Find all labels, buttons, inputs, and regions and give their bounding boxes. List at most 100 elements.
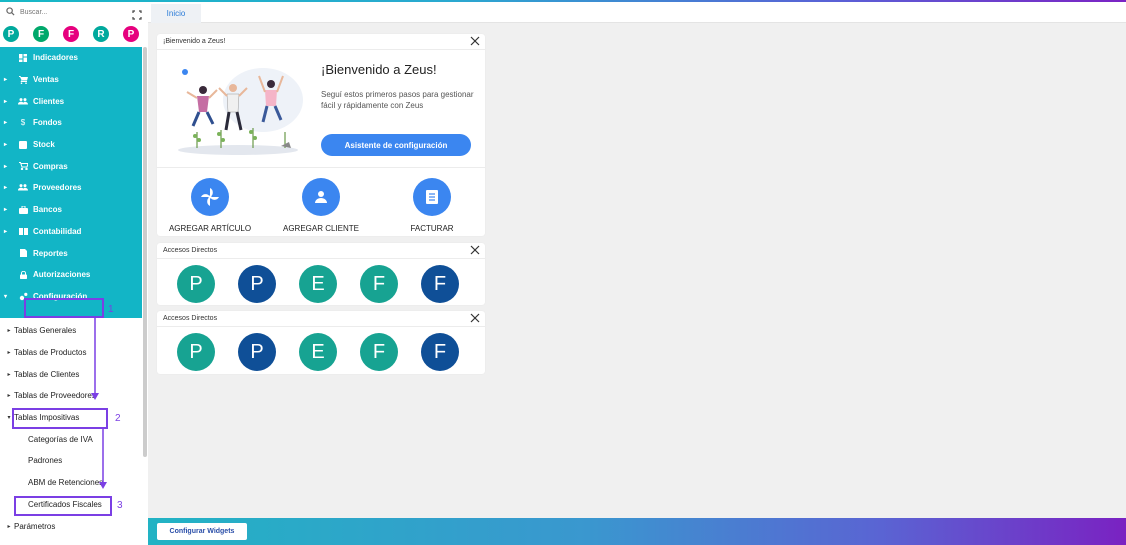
submenu-item-categorias-iva[interactable]: Categorías de IVA <box>0 428 142 450</box>
shortcut-list: P P E F F <box>177 333 459 371</box>
menu-item-bancos[interactable]: ▸ Bancos <box>0 199 142 221</box>
shortcut-item[interactable]: F <box>360 333 398 371</box>
widget-header: ¡Bienvenido a Zeus! <box>157 34 485 50</box>
box-icon <box>13 140 33 149</box>
menu-item-fondos[interactable]: ▸ $ Fondos <box>0 112 142 134</box>
tab-bar: Inicio <box>148 2 1126 23</box>
shortcut-item[interactable]: P <box>177 333 215 371</box>
configure-widgets-button[interactable]: Configurar Widgets <box>157 523 247 540</box>
add-article-action[interactable]: AGREGAR ARTÍCULO <box>160 178 260 233</box>
avatar[interactable]: P <box>3 26 19 42</box>
submenu-item-parametros[interactable]: ▸ Parámetros <box>0 515 142 537</box>
shortcut-item[interactable]: P <box>238 333 276 371</box>
avatar[interactable]: F <box>63 26 79 42</box>
caret-right-icon: ▸ <box>7 328 11 335</box>
menu-item-label: Bancos <box>33 205 62 215</box>
caret-right-icon: ▸ <box>4 120 8 127</box>
submenu-item-tablas-clientes[interactable]: ▸ Tablas de Clientes <box>0 363 142 385</box>
people-icon <box>13 184 33 191</box>
menu-item-label: Autorizaciones <box>33 270 91 280</box>
cart-icon <box>13 75 33 84</box>
shortcut-list: P P E F F <box>177 265 459 303</box>
main-menu: Indicadores ▸ Ventas ▸ Clientes ▸ $ Fond… <box>0 47 142 318</box>
menu-item-autorizaciones[interactable]: Autorizaciones <box>0 264 142 286</box>
pinwheel-icon <box>191 178 229 216</box>
menu-item-label: Compras <box>33 161 68 171</box>
shortcuts-widget: Accesos Directos P P E F F <box>157 311 485 374</box>
shortcut-item[interactable]: E <box>299 265 337 303</box>
caret-right-icon: ▸ <box>7 393 11 400</box>
action-label: AGREGAR CLIENTE <box>282 224 359 233</box>
welcome-title: ¡Bienvenido a Zeus! <box>321 62 437 77</box>
submenu-item-tablas-productos[interactable]: ▸ Tablas de Productos <box>0 342 142 364</box>
avatar[interactable]: F <box>33 26 49 42</box>
caret-right-icon: ▸ <box>4 142 8 149</box>
shortcut-item[interactable]: F <box>421 333 459 371</box>
shortcuts-widget: Accesos Directos P P E F F <box>157 243 485 305</box>
caret-right-icon: ▸ <box>4 98 8 105</box>
avatar[interactable]: R <box>93 26 109 42</box>
menu-item-indicadores[interactable]: Indicadores <box>0 47 142 69</box>
submenu-item-label: Categorías de IVA <box>28 434 93 444</box>
person-icon <box>302 178 340 216</box>
tab-inicio[interactable]: Inicio <box>151 4 201 23</box>
menu-item-stock[interactable]: ▸ Stock <box>0 134 142 156</box>
shortcut-item[interactable]: E <box>299 333 337 371</box>
submenu-item-label: ABM de Retenciones <box>28 478 104 488</box>
widget-title: Accesos Directos <box>163 247 218 254</box>
welcome-illustration <box>173 62 303 158</box>
cart-plus-icon <box>13 162 33 171</box>
briefcase-icon <box>13 205 33 214</box>
shortcut-item[interactable]: F <box>421 265 459 303</box>
annotation-box-tablas-impositivas <box>12 408 108 429</box>
invoice-icon <box>413 178 451 216</box>
menu-item-clientes[interactable]: ▸ Clientes <box>0 90 142 112</box>
menu-item-proveedores[interactable]: ▸ Proveedores <box>0 177 142 199</box>
search-input[interactable] <box>20 8 120 16</box>
bottom-bar: Configurar Widgets <box>148 518 1126 545</box>
action-label: FACTURAR <box>410 224 454 233</box>
shortcut-item[interactable]: P <box>238 265 276 303</box>
menu-item-ventas[interactable]: ▸ Ventas <box>0 69 142 91</box>
menu-item-label: Indicadores <box>33 53 78 63</box>
menu-item-reportes[interactable]: Reportes <box>0 242 142 264</box>
submenu-item-label: Tablas de Productos <box>14 348 87 358</box>
caret-down-icon: ▾ <box>4 293 8 300</box>
shortcut-item[interactable]: P <box>177 265 215 303</box>
dashboard-icon <box>13 53 33 62</box>
menu-item-label: Reportes <box>33 248 68 258</box>
submenu-item-tablas-generales[interactable]: ▸ Tablas Generales <box>0 320 142 342</box>
submenu-item-label: Parámetros <box>14 521 56 531</box>
sidebar-scrollbar[interactable] <box>143 47 147 457</box>
lock-icon <box>13 270 33 279</box>
submenu-item-padrones[interactable]: Padrones <box>0 450 142 472</box>
menu-item-label: Clientes <box>33 96 65 106</box>
submenu-item-label: Tablas Generales <box>14 326 77 336</box>
annotation-number: 3 <box>117 500 123 511</box>
submenu-item-tablas-proveedores[interactable]: ▸ Tablas de Proveedores <box>0 385 142 407</box>
setup-wizard-button[interactable]: Asistente de configuración <box>321 134 471 156</box>
menu-item-label: Stock <box>33 140 55 150</box>
menu-item-contabilidad[interactable]: ▸ Contabilidad <box>0 221 142 243</box>
action-label: AGREGAR ARTÍCULO <box>168 224 252 233</box>
menu-item-label: Contabilidad <box>33 226 82 236</box>
fullscreen-icon[interactable] <box>132 7 142 20</box>
dollar-icon: $ <box>20 118 26 128</box>
welcome-subtitle: Seguí estos primeros pasos para gestiona… <box>321 90 474 110</box>
menu-item-label: Fondos <box>33 118 62 128</box>
submenu-item-label: Padrones <box>28 456 63 466</box>
submenu-item-label: Tablas de Proveedores <box>14 391 96 401</box>
shortcut-item[interactable]: F <box>360 265 398 303</box>
submenu-item-label: Tablas de Clientes <box>14 369 80 379</box>
invoice-action[interactable]: FACTURAR <box>382 178 482 233</box>
close-icon[interactable] <box>469 312 481 324</box>
submenu-item-abm-retenciones[interactable]: ABM de Retenciones <box>0 472 142 494</box>
favorites-avatars: P F F R P <box>0 22 142 48</box>
add-client-action[interactable]: AGREGAR CLIENTE <box>271 178 371 233</box>
widget-header: Accesos Directos <box>157 311 485 327</box>
menu-item-label: Proveedores <box>33 183 82 193</box>
close-icon[interactable] <box>469 244 481 256</box>
menu-item-compras[interactable]: ▸ Compras <box>0 155 142 177</box>
close-icon[interactable] <box>469 35 481 47</box>
avatar[interactable]: P <box>123 26 139 42</box>
